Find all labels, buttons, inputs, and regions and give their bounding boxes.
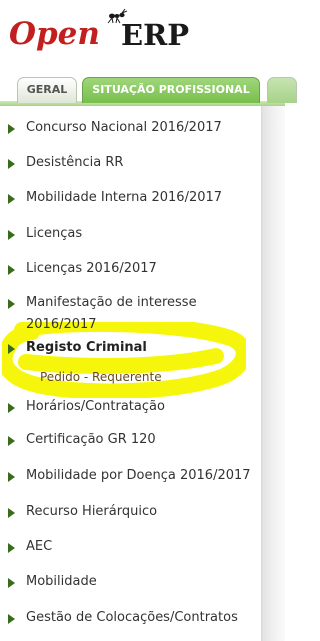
expand-arrow-icon: [8, 543, 15, 553]
menu-item-label: Concurso Nacional 2016/2017: [26, 120, 222, 135]
menu-item-label: Licenças: [26, 226, 83, 241]
menu-item-label: Horários/Contratação: [26, 399, 165, 414]
menu-item-label: Recurso Hierárquico: [26, 504, 158, 519]
expand-arrow-icon: [8, 436, 15, 446]
menu-item-label: Mobilidade Interna 2016/2017: [26, 190, 223, 205]
tab-geral[interactable]: GERAL: [17, 77, 77, 103]
menu-item-label: Gestão de Colocações/Contratos: [26, 610, 238, 625]
menu-item-recurso-hierarquico[interactable]: Recurso Hierárquico: [0, 500, 262, 524]
menu-item-label: Certificação GR 120: [26, 432, 156, 447]
expand-arrow-icon: [8, 344, 15, 354]
tab-bar: GERAL SITUAÇÃO PROFISSIONAL: [0, 73, 297, 106]
logo-open-text: Open: [9, 16, 100, 52]
expand-arrow-icon: [8, 472, 15, 482]
expand-arrow-icon: [8, 403, 15, 413]
menu-item-aec[interactable]: AEC: [0, 535, 262, 559]
menu-item-licencas-2016-2017[interactable]: Licenças 2016/2017: [0, 257, 262, 281]
menu-item-licencas[interactable]: Licenças: [0, 222, 262, 246]
expand-arrow-icon: [8, 299, 15, 309]
menu-item-label: Mobilidade: [26, 574, 97, 589]
tab-overflow[interactable]: [267, 77, 297, 103]
menu-item-desistencia-rr[interactable]: Desistência RR: [0, 151, 262, 175]
submenu-item-pedido-requerente[interactable]: Pedido - Requerente: [40, 369, 162, 385]
menu-item-label: Manifestação de interesse 2016/2017: [26, 295, 197, 332]
menu-item-label: Registo Criminal: [26, 340, 147, 355]
expand-arrow-icon: [8, 614, 15, 624]
expand-arrow-icon: [8, 508, 15, 518]
menu-item-label: Desistência RR: [26, 155, 124, 170]
expand-arrow-icon: [8, 265, 15, 275]
expand-arrow-icon: [8, 194, 15, 204]
menu-item-label: Licenças 2016/2017: [26, 261, 157, 276]
menu-item-label: AEC: [26, 539, 53, 554]
expand-arrow-icon: [8, 124, 15, 134]
menu-item-mobilidade-interna[interactable]: Mobilidade Interna 2016/2017: [0, 186, 262, 210]
menu-item-concurso-nacional[interactable]: Concurso Nacional 2016/2017: [0, 116, 262, 140]
menu-item-certificacao-gr-120[interactable]: Certificação GR 120: [0, 428, 262, 452]
expand-arrow-icon: [8, 578, 15, 588]
tab-situacao-profissional[interactable]: SITUAÇÃO PROFISSIONAL: [82, 77, 260, 103]
logo-erp-text: ERP: [121, 18, 190, 52]
menu-item-horarios-contratacao[interactable]: Horários/Contratação: [0, 395, 262, 419]
expand-arrow-icon: [8, 159, 15, 169]
menu-item-mobilidade-doenca[interactable]: Mobilidade por Doença 2016/2017: [0, 464, 262, 488]
menu-item-manifestacao-interesse[interactable]: Manifestação de interesse 2016/2017: [0, 291, 262, 337]
expand-arrow-icon: [8, 230, 15, 240]
menu-item-label: Mobilidade por Doença 2016/2017: [26, 468, 251, 483]
panel-scroll-shade: [262, 106, 285, 641]
menu-item-gestao-colocacoes[interactable]: Gestão de Colocações/Contratos: [0, 606, 262, 630]
menu-item-mobilidade[interactable]: Mobilidade: [0, 570, 262, 594]
menu-item-registo-criminal[interactable]: Registo Criminal: [0, 336, 262, 360]
